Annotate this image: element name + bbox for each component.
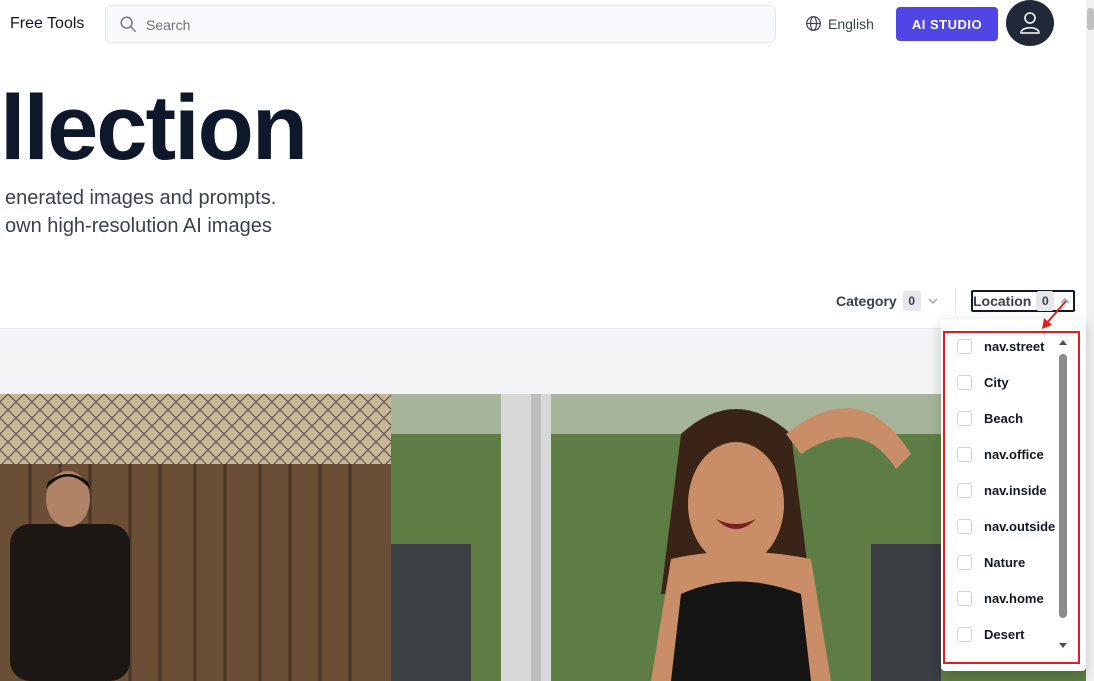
category-filter[interactable]: Category 0 [836, 289, 939, 313]
location-filter-label: Location [973, 293, 1032, 309]
ai-studio-button[interactable]: AI STUDIO [896, 7, 998, 41]
search-icon [120, 16, 136, 32]
gallery-image-man[interactable] [0, 394, 391, 681]
user-avatar-button[interactable] [1006, 0, 1054, 46]
page-scrollbar-thumb[interactable] [1087, 8, 1094, 30]
annotation-arrow-icon [1042, 300, 1067, 329]
page-scrollbar[interactable] [1086, 0, 1094, 681]
category-count-badge: 0 [902, 291, 921, 311]
results-toolbar-band [0, 328, 1086, 394]
top-navbar: Free Tools English AI STUDIO [0, 0, 1086, 48]
globe-icon [806, 16, 821, 31]
page-subtitle-line-1: enerated images and prompts. [5, 187, 277, 209]
user-icon [1020, 12, 1040, 34]
photo-man-by-fence-icon [0, 394, 391, 681]
filter-divider [955, 288, 956, 314]
search-input[interactable] [146, 14, 746, 36]
page-title: llection [0, 77, 308, 179]
free-tools-link[interactable]: Free Tools [10, 15, 84, 33]
category-filter-label: Category [836, 293, 897, 309]
search-bar[interactable] [105, 5, 776, 43]
annotation-highlight-box [943, 331, 1080, 664]
chevron-down-icon [928, 298, 938, 304]
language-selector[interactable]: English [805, 15, 874, 32]
language-label: English [828, 15, 874, 32]
page: Free Tools English AI STUDIO [0, 0, 1094, 681]
page-subtitle-line-2: own high-resolution AI images [5, 215, 272, 237]
